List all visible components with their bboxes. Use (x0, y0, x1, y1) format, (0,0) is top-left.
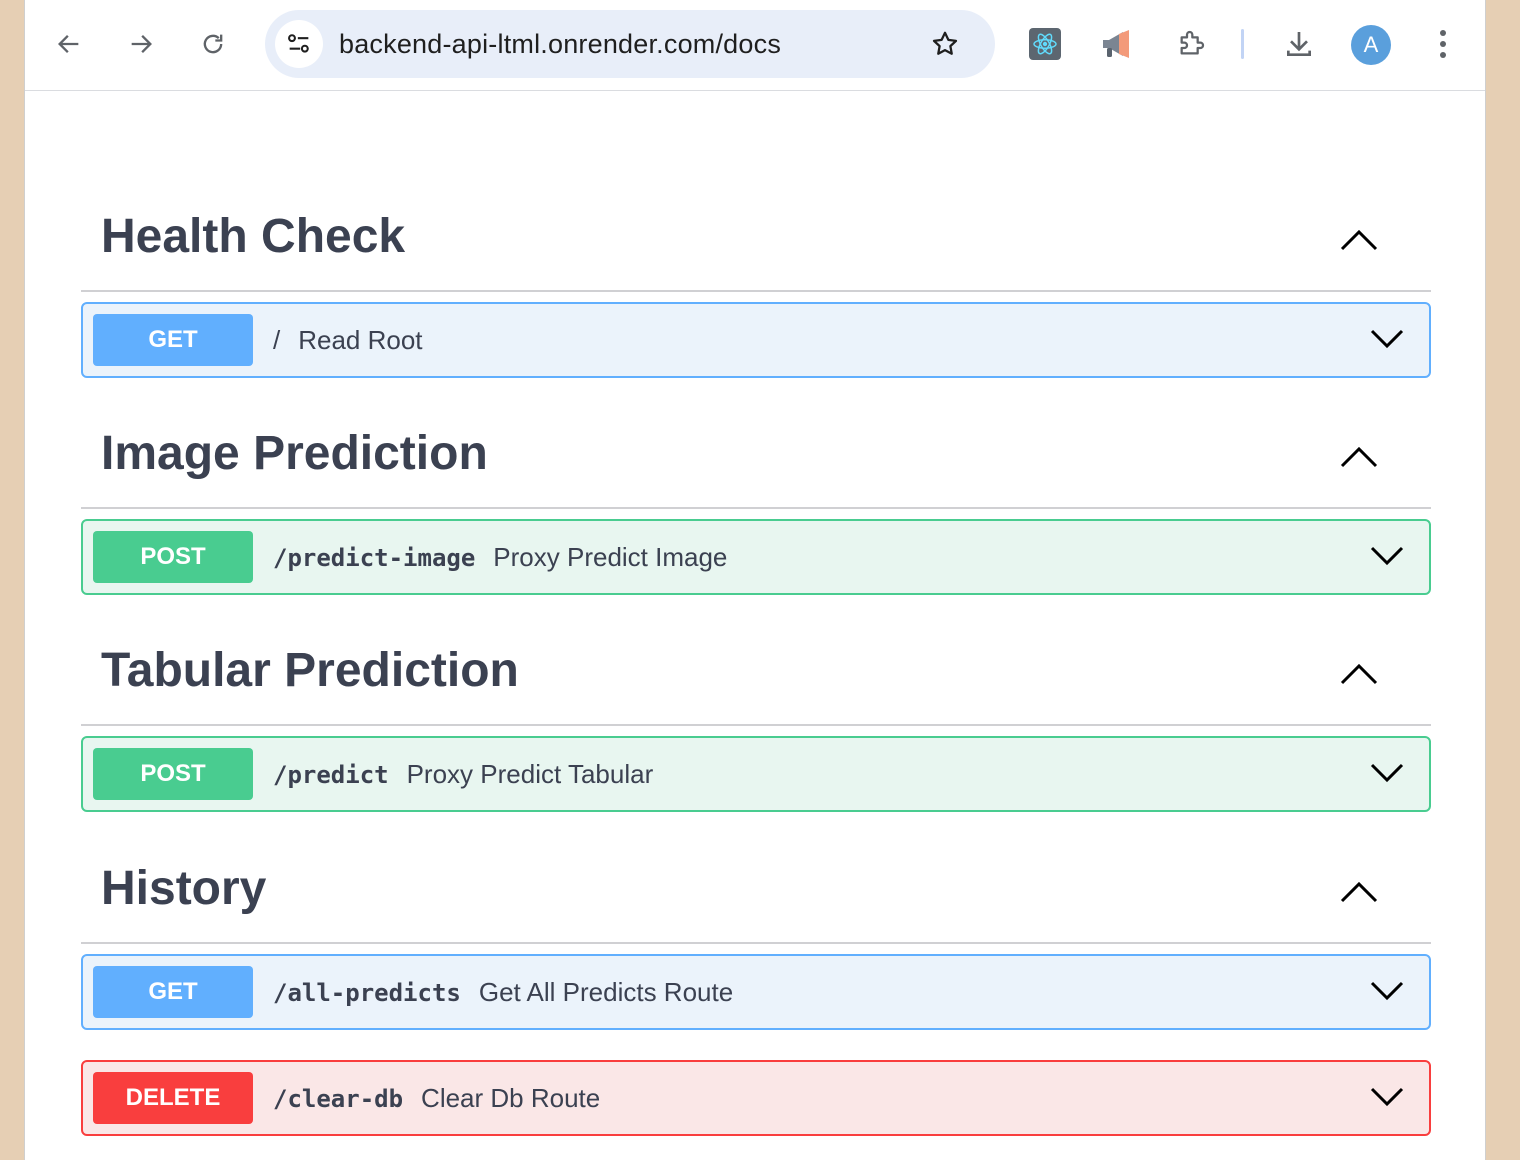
bookmark-star-icon[interactable] (927, 26, 963, 62)
operation-path: / (273, 325, 281, 355)
browser-window: backend-api-ltml.onrender.com/docs A Hea… (24, 0, 1486, 1160)
chevron-down-icon[interactable] (1369, 980, 1405, 1002)
chevron-down-icon[interactable] (1369, 762, 1405, 784)
operation-path-row: /all-predicts Get All Predicts Route (273, 956, 733, 1029)
chevron-up-icon[interactable] (1339, 662, 1379, 686)
operation-path: /predict-image (273, 544, 476, 572)
tag-section-health-check: Health Check GET / Read Root (81, 183, 1431, 378)
tag-section-history: History GET /all-predicts Get All Predict… (81, 835, 1431, 1136)
operation-path-row: / Read Root (273, 304, 423, 376)
tag-header[interactable]: Image Prediction (81, 400, 1431, 509)
forward-arrow-icon[interactable] (123, 26, 159, 62)
download-icon[interactable] (1281, 26, 1317, 62)
method-badge: GET (93, 314, 253, 366)
operation-get-root[interactable]: GET / Read Root (81, 302, 1431, 378)
browser-toolbar: backend-api-ltml.onrender.com/docs A (25, 0, 1485, 91)
toolbar-divider (1241, 29, 1244, 59)
chevron-up-icon[interactable] (1339, 445, 1379, 469)
method-badge: GET (93, 966, 253, 1018)
operation-summary: Read Root (298, 325, 423, 355)
megaphone-icon[interactable] (1099, 26, 1135, 62)
url-text[interactable]: backend-api-ltml.onrender.com/docs (339, 10, 781, 78)
chevron-up-icon[interactable] (1339, 228, 1379, 252)
kebab-menu-icon[interactable] (1425, 26, 1461, 62)
chevron-down-icon[interactable] (1369, 1086, 1405, 1108)
method-badge: POST (93, 748, 253, 800)
operation-path-row: /predict-image Proxy Predict Image (273, 521, 727, 594)
profile-avatar[interactable]: A (1351, 25, 1391, 65)
tag-header[interactable]: Health Check (81, 183, 1431, 292)
operation-path: /clear-db (273, 1085, 404, 1113)
operation-path: /all-predicts (273, 979, 461, 1007)
tag-title: History (101, 862, 267, 915)
react-devtools-icon[interactable] (1027, 26, 1063, 62)
chevron-up-icon[interactable] (1339, 880, 1379, 904)
tag-section-image-prediction: Image Prediction POST /predict-image Prox… (81, 400, 1431, 595)
operation-path: /predict (273, 761, 389, 789)
tag-header[interactable]: History (81, 835, 1431, 944)
extensions-icon[interactable] (1173, 26, 1209, 62)
tag-header[interactable]: Tabular Prediction (81, 617, 1431, 726)
back-arrow-icon[interactable] (51, 26, 87, 62)
address-bar[interactable]: backend-api-ltml.onrender.com/docs (265, 10, 995, 78)
profile-initial: A (1363, 32, 1379, 57)
tag-title: Health Check (101, 210, 406, 263)
method-badge: DELETE (93, 1072, 253, 1124)
site-settings-icon[interactable] (275, 20, 323, 68)
method-badge: POST (93, 531, 253, 583)
tag-title: Tabular Prediction (101, 644, 519, 697)
operation-delete-clear-db[interactable]: DELETE /clear-db Clear Db Route (81, 1060, 1431, 1136)
operation-summary: Proxy Predict Image (493, 542, 728, 572)
operation-summary: Get All Predicts Route (478, 977, 734, 1007)
operation-get-all-predicts[interactable]: GET /all-predicts Get All Predicts Route (81, 954, 1431, 1030)
operation-summary: Proxy Predict Tabular (406, 759, 654, 789)
operation-path-row: /clear-db Clear Db Route (273, 1062, 600, 1135)
chevron-down-icon[interactable] (1369, 328, 1405, 350)
reload-icon[interactable] (195, 26, 231, 62)
operation-summary: Clear Db Route (421, 1083, 601, 1113)
operation-post-predict[interactable]: POST /predict Proxy Predict Tabular (81, 736, 1431, 812)
tag-title: Image Prediction (101, 427, 488, 480)
tag-section-tabular-prediction: Tabular Prediction POST /predict Proxy Pr… (81, 617, 1431, 812)
operation-post-predict-image[interactable]: POST /predict-image Proxy Predict Image (81, 519, 1431, 595)
operation-path-row: /predict Proxy Predict Tabular (273, 738, 653, 811)
chevron-down-icon[interactable] (1369, 545, 1405, 567)
